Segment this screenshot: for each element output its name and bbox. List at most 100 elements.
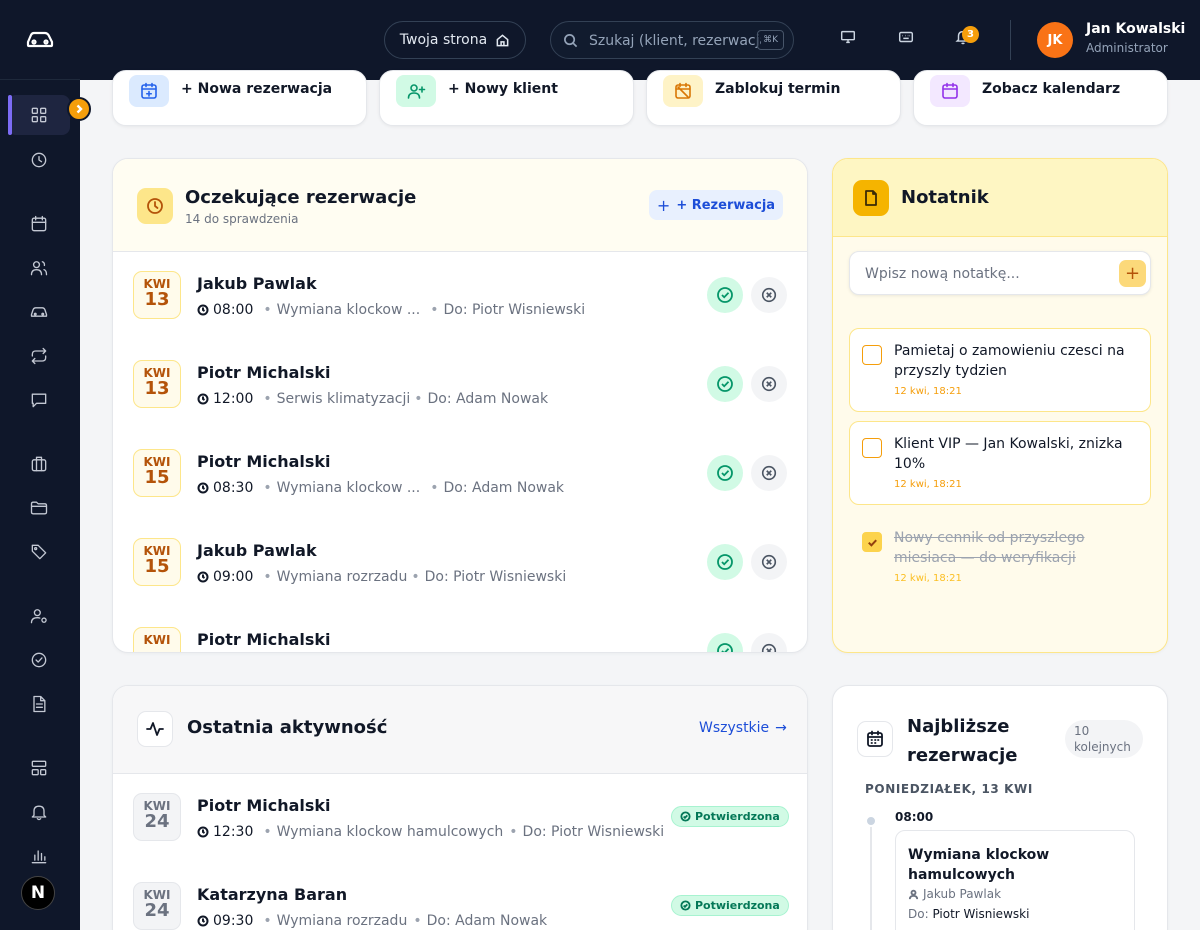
- check-circle-icon: [680, 900, 691, 911]
- client-name: Piotr Michalski: [197, 630, 331, 649]
- notes-card: Notatnik + Pamietaj o zamowieniu czesci …: [832, 158, 1168, 653]
- calendar-block-icon: [663, 75, 703, 107]
- file-text-icon: [33, 695, 46, 713]
- check-circle-icon: [717, 465, 733, 481]
- nav-repeat[interactable]: [8, 336, 70, 376]
- clock-icon: [197, 393, 209, 405]
- pending-row[interactable]: KWI 15 Piotr Michalski 08:30 • Wymiana kloc…: [113, 430, 807, 519]
- keyboard-button[interactable]: [897, 28, 917, 48]
- view-all-label: Wszystkie: [699, 720, 770, 736]
- note-checkbox[interactable]: [862, 532, 882, 552]
- reservation-meta: 12:00 • Serwis klimatyzacji • Do: Adam Nowak: [197, 391, 548, 407]
- pending-title: Oczekujące rezerwacje: [185, 187, 417, 208]
- nav-tags[interactable]: [8, 532, 70, 572]
- calendar-icon: [31, 215, 47, 232]
- notes-title: Notatnik: [901, 187, 989, 208]
- approve-button[interactable]: [707, 633, 743, 652]
- quick-action-view-calendar[interactable]: Zobacz kalendarz: [913, 70, 1168, 126]
- search-box[interactable]: ⌘K: [550, 21, 794, 59]
- date-badge: KWI 13: [133, 271, 181, 319]
- site-link-button[interactable]: Twoja strona: [384, 21, 526, 59]
- nav-calendar[interactable]: [8, 204, 70, 244]
- clock-icon: [197, 304, 209, 316]
- add-reservation-button[interactable]: + + Rezerwacja: [649, 190, 783, 220]
- activity-row[interactable]: KWI 24 Piotr Michalski 12:30 • Wymiana kloc…: [113, 774, 807, 863]
- quick-action-new-reservation[interactable]: + Nowa rezerwacja: [112, 70, 367, 126]
- check-circle-icon: [717, 287, 733, 303]
- nav-dashboard[interactable]: [8, 95, 70, 135]
- quick-action-new-client[interactable]: + Nowy klient: [379, 70, 634, 126]
- briefcase-icon: [31, 456, 47, 472]
- nav-layout[interactable]: [8, 748, 70, 788]
- nav-reports[interactable]: [8, 684, 70, 724]
- nav-documents[interactable]: [8, 488, 70, 528]
- notification-count-badge: 3: [962, 26, 979, 43]
- note-checkbox[interactable]: [862, 438, 882, 458]
- nav-clients[interactable]: [8, 248, 70, 288]
- quick-action-label: Zablokuj termin: [715, 81, 841, 97]
- approve-button[interactable]: [707, 455, 743, 491]
- activity-icon: [137, 711, 173, 747]
- add-note-button[interactable]: +: [1119, 260, 1146, 287]
- folder-icon: [30, 501, 48, 515]
- search-icon: [564, 34, 578, 48]
- approve-button[interactable]: [707, 366, 743, 402]
- reject-button[interactable]: [751, 366, 787, 402]
- clock-icon: [197, 482, 209, 494]
- nav-messages[interactable]: [8, 380, 70, 420]
- pending-row[interactable]: KWI 13 Piotr Michalski 12:00 • Serwis klima…: [113, 341, 807, 430]
- pending-row[interactable]: KWI Piotr Michalski: [113, 608, 807, 652]
- plus-icon: +: [656, 195, 671, 215]
- nav-tasks[interactable]: [8, 640, 70, 680]
- calendar-icon: [857, 721, 893, 757]
- nav-history[interactable]: [8, 140, 70, 180]
- app-logo[interactable]: [0, 0, 80, 80]
- nav-services[interactable]: [8, 444, 70, 484]
- header-divider: [1010, 20, 1011, 60]
- user-plus-icon: [396, 75, 436, 107]
- new-note-input[interactable]: [865, 264, 1105, 284]
- x-circle-icon: [761, 376, 777, 392]
- reject-button[interactable]: [751, 277, 787, 313]
- approve-button[interactable]: [707, 277, 743, 313]
- top-header: Twoja strona ⌘K 3 JK Jan Kowalski Admini…: [80, 0, 1200, 80]
- quick-action-label: Zobacz kalendarz: [982, 81, 1121, 97]
- view-all-link[interactable]: Wszystkie →: [699, 720, 787, 736]
- date-badge: KWI 13: [133, 360, 181, 408]
- reject-button[interactable]: [751, 633, 787, 652]
- next-dev-indicator[interactable]: N: [21, 876, 55, 910]
- status-badge: Potwierdzona: [671, 895, 789, 916]
- nav-notifications[interactable]: [8, 792, 70, 832]
- monitor-button[interactable]: [839, 28, 859, 48]
- quick-action-label: + Nowy klient: [448, 81, 558, 97]
- pending-row[interactable]: KWI 13 Jakub Pawlak 08:00 • Wymiana klockow…: [113, 252, 807, 341]
- activity-title: Ostatnia aktywność: [187, 717, 388, 738]
- nav-vehicles[interactable]: [8, 292, 70, 332]
- note-text: Nowy cennik od przyszlego miesiaca — do …: [894, 530, 1085, 566]
- reject-button[interactable]: [751, 544, 787, 580]
- pending-row[interactable]: KWI 15 Jakub Pawlak 09:00 • Wymiana rozrzad…: [113, 519, 807, 608]
- client-name: Jakub Pawlak: [197, 274, 317, 293]
- car-logo-icon: [26, 31, 54, 47]
- quick-action-block-slot[interactable]: Zablokuj termin: [646, 70, 901, 126]
- search-input[interactable]: [589, 30, 761, 52]
- reject-button[interactable]: [751, 455, 787, 491]
- reservation-meta: 08:30 • Wymiana klockow ... • Do: Adam Nowak: [197, 480, 564, 496]
- user-avatar[interactable]: JK: [1037, 22, 1073, 58]
- nav-staff-settings[interactable]: [8, 596, 70, 636]
- repeat-icon: [31, 347, 47, 365]
- note-timestamp: 12 kwi, 18:21: [894, 573, 962, 584]
- user-name[interactable]: Jan Kowalski: [1086, 21, 1185, 37]
- sidebar-toggle-button[interactable]: [67, 97, 91, 121]
- activity-row[interactable]: KWI 24 Katarzyna Baran 09:30 • Wymiana rozr…: [113, 863, 807, 930]
- activity-header: Ostatnia aktywność Wszystkie →: [113, 686, 807, 774]
- client-name: Piotr Michalski: [197, 452, 331, 471]
- timeline-dot: [865, 815, 877, 827]
- approve-button[interactable]: [707, 544, 743, 580]
- note-checkbox[interactable]: [862, 345, 882, 365]
- clock-icon: [137, 188, 173, 224]
- reservation-meta: 09:00 • Wymiana rozrzadu • Do: Piotr Wisniew…: [197, 569, 566, 585]
- upcoming-reservation-item[interactable]: Wymiana klockow hamulcowych Jakub Pawlak…: [895, 830, 1135, 930]
- check-circle-icon: [717, 643, 733, 652]
- nav-statistics[interactable]: [8, 836, 70, 876]
